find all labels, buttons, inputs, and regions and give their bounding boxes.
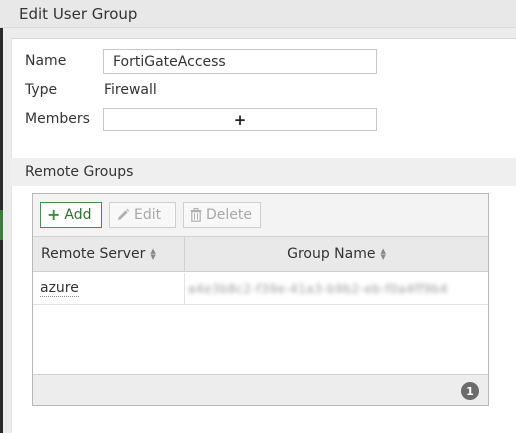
remote-server-cell: azure bbox=[33, 273, 185, 304]
edit-button-label: Edit bbox=[134, 207, 162, 223]
column-header-group-name[interactable]: Group Name ▲ ▼ bbox=[185, 237, 488, 271]
row-count-badge: 1 bbox=[461, 382, 479, 400]
name-input[interactable] bbox=[103, 49, 377, 74]
column-header-label: Group Name bbox=[287, 246, 376, 262]
plus-icon: + bbox=[47, 205, 61, 224]
type-value: Firewall bbox=[104, 82, 157, 98]
table-row[interactable]: azure a4e3b8c2-f39e-41a3-b9b2-eb-f0a4ff9… bbox=[33, 273, 488, 305]
delete-button[interactable]: Delete bbox=[183, 202, 261, 228]
group-name-cell: a4e3b8c2-f39e-41a3-b9b2-eb-f0a4ff9b4 bbox=[188, 273, 486, 304]
members-add-field[interactable]: + bbox=[103, 108, 377, 131]
trash-icon bbox=[190, 208, 202, 222]
type-label: Type bbox=[25, 82, 58, 98]
table-header: Remote Server ▲ ▼ Group Name ▲ ▼ bbox=[33, 237, 488, 272]
column-header-label: Remote Server bbox=[41, 246, 146, 262]
dialog-title: Edit User Group bbox=[19, 5, 138, 23]
sort-icon: ▲ ▼ bbox=[380, 247, 386, 261]
delete-button-label: Delete bbox=[206, 207, 252, 223]
table-toolbar: + Add Edit Delete bbox=[33, 194, 488, 237]
add-button-label: Add bbox=[64, 207, 92, 223]
pencil-icon bbox=[118, 208, 130, 220]
dialog-title-bar: Edit User Group bbox=[0, 0, 516, 28]
column-header-remote-server[interactable]: Remote Server ▲ ▼ bbox=[33, 237, 185, 271]
members-label: Members bbox=[25, 111, 90, 127]
remote-server-value: azure bbox=[40, 280, 79, 297]
remote-groups-title: Remote Groups bbox=[25, 164, 134, 180]
group-name-value-redacted: a4e3b8c2-f39e-41a3-b9b2-eb-f0a4ff9b4 bbox=[188, 281, 448, 296]
edit-button[interactable]: Edit bbox=[109, 202, 176, 228]
remote-groups-table: + Add Edit Delete Remote Server ▲ ▼ Grou… bbox=[32, 193, 489, 406]
add-button[interactable]: + Add bbox=[40, 202, 102, 228]
table-footer: 1 bbox=[33, 374, 488, 405]
name-label: Name bbox=[25, 53, 67, 69]
plus-icon: + bbox=[233, 110, 247, 129]
left-edge-accent bbox=[0, 210, 3, 240]
sort-icon: ▲ ▼ bbox=[150, 247, 156, 261]
remote-groups-header: Remote Groups bbox=[11, 158, 516, 186]
